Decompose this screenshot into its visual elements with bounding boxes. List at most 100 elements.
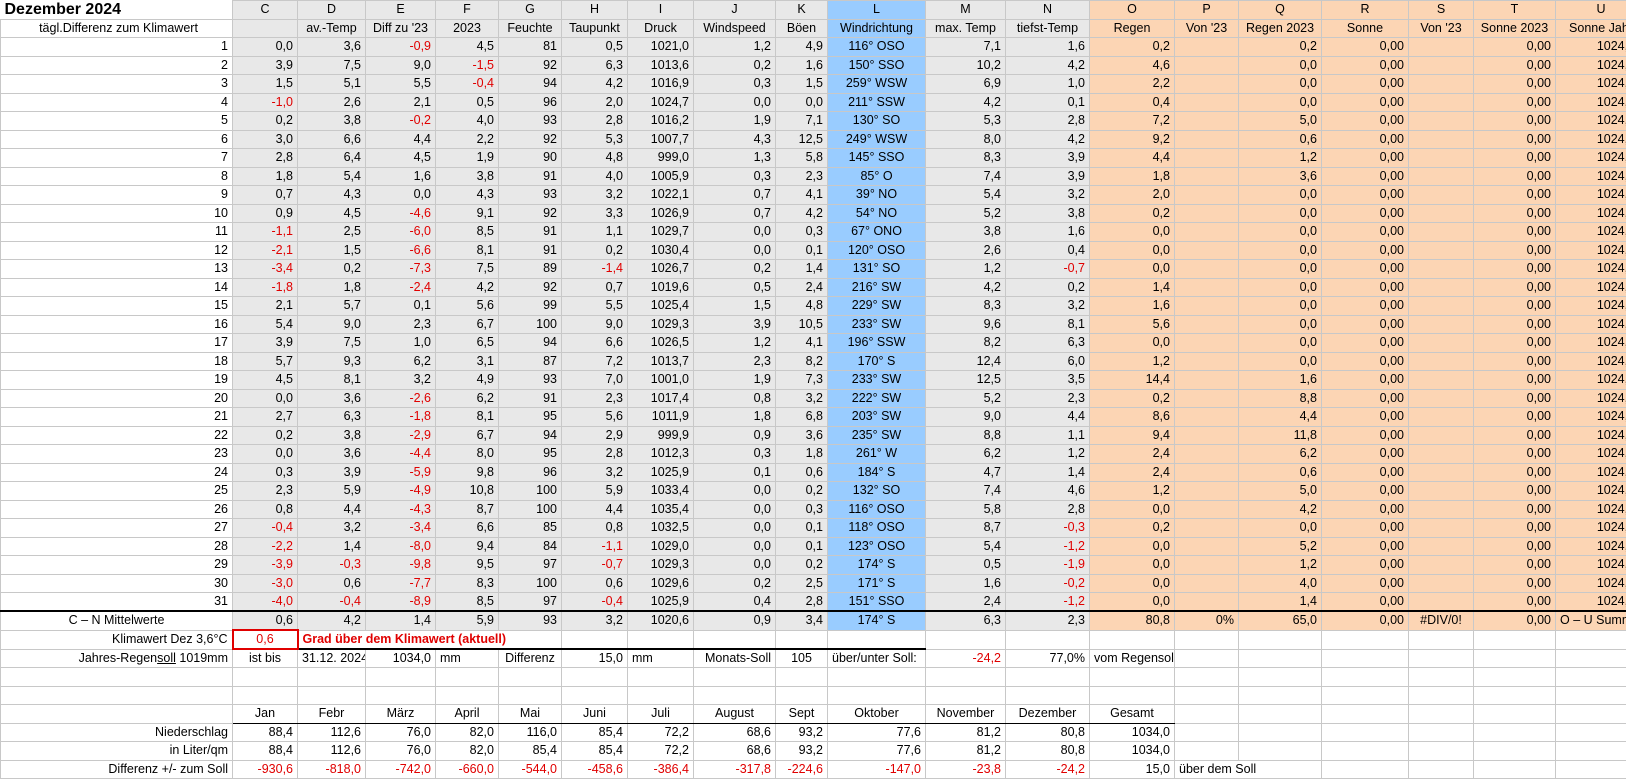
cell[interactable]: 0,00: [1322, 445, 1409, 464]
cell[interactable]: 92: [499, 56, 562, 75]
cell[interactable]: 1,8: [233, 167, 298, 186]
cell[interactable]: 1017,4: [628, 389, 694, 408]
cell[interactable]: 3,9: [694, 315, 776, 334]
cell[interactable]: 94: [499, 334, 562, 353]
column-header[interactable]: Diff zu '23: [366, 19, 436, 38]
cell[interactable]: 9,5: [436, 556, 499, 575]
jahres-value[interactable]: 1034,0: [366, 649, 436, 668]
cell[interactable]: 0,1: [776, 537, 828, 556]
empty-cell[interactable]: [1556, 742, 1626, 761]
cell[interactable]: -5,9: [366, 463, 436, 482]
cell[interactable]: [1175, 574, 1239, 593]
cell[interactable]: 4,2: [926, 278, 1006, 297]
cell[interactable]: 4,4: [298, 500, 366, 519]
cell[interactable]: -3,9: [233, 556, 298, 575]
column-letter[interactable]: D: [298, 1, 366, 20]
empty-cell[interactable]: [1, 705, 233, 724]
cell[interactable]: 9,0: [926, 408, 1006, 427]
cell[interactable]: 4,0: [1239, 574, 1322, 593]
cell[interactable]: 1024,51: [1556, 334, 1626, 353]
cell[interactable]: 5,4: [298, 167, 366, 186]
empty-cell[interactable]: [1006, 630, 1090, 649]
cell[interactable]: -0,7: [1006, 260, 1090, 279]
cell[interactable]: 171° S: [828, 574, 926, 593]
cell[interactable]: 0,00: [1322, 500, 1409, 519]
cell[interactable]: 0,2: [694, 56, 776, 75]
cell[interactable]: 0,00: [1474, 297, 1556, 316]
empty-cell[interactable]: [1175, 668, 1239, 687]
cell[interactable]: 3,2: [776, 389, 828, 408]
empty-cell[interactable]: [1322, 649, 1409, 668]
day-number[interactable]: 12: [1, 241, 233, 260]
cell[interactable]: 3,2: [1006, 186, 1090, 205]
value-cell[interactable]: -660,0: [436, 760, 499, 779]
cell[interactable]: -6,0: [366, 223, 436, 242]
cell[interactable]: 0,8: [233, 500, 298, 519]
column-header[interactable]: 2023: [436, 19, 499, 38]
month-header[interactable]: Febr: [298, 705, 366, 724]
empty-cell[interactable]: [562, 630, 628, 649]
month-header[interactable]: August: [694, 705, 776, 724]
cell[interactable]: 3,0: [233, 130, 298, 149]
column-header[interactable]: [233, 19, 298, 38]
cell[interactable]: 10,2: [926, 56, 1006, 75]
cell[interactable]: 1029,7: [628, 223, 694, 242]
cell[interactable]: [1409, 297, 1474, 316]
value-cell[interactable]: -930,6: [233, 760, 298, 779]
cell[interactable]: 1,0: [366, 334, 436, 353]
cell[interactable]: 4,4: [562, 500, 628, 519]
empty-cell[interactable]: [298, 668, 366, 687]
cell[interactable]: 1024,51: [1556, 426, 1626, 445]
cell[interactable]: 1024,51: [1556, 537, 1626, 556]
cell[interactable]: 1,6: [776, 56, 828, 75]
cell[interactable]: 2,6: [298, 93, 366, 112]
cell[interactable]: 0,0: [1090, 223, 1175, 242]
cell[interactable]: [1409, 56, 1474, 75]
column-header[interactable]: max. Temp: [926, 19, 1006, 38]
cell[interactable]: 0,0: [694, 556, 776, 575]
cell[interactable]: 1024,51: [1556, 241, 1626, 260]
means-cell[interactable]: 0%: [1175, 611, 1239, 630]
cell[interactable]: 0,0: [366, 186, 436, 205]
cell[interactable]: [1409, 112, 1474, 131]
cell[interactable]: [1175, 389, 1239, 408]
cell[interactable]: [1409, 574, 1474, 593]
cell[interactable]: 0,3: [694, 445, 776, 464]
cell[interactable]: 1,2: [694, 334, 776, 353]
cell[interactable]: [1175, 445, 1239, 464]
cell[interactable]: -0,4: [233, 519, 298, 538]
cell[interactable]: 4,5: [436, 38, 499, 57]
cell[interactable]: 0,7: [562, 278, 628, 297]
empty-cell[interactable]: [694, 668, 776, 687]
cell[interactable]: 1,1: [562, 223, 628, 242]
cell[interactable]: 2,3: [233, 482, 298, 501]
value-cell[interactable]: -386,4: [628, 760, 694, 779]
day-number[interactable]: 19: [1, 371, 233, 390]
cell[interactable]: [1409, 241, 1474, 260]
column-letter[interactable]: L: [828, 1, 926, 20]
cell[interactable]: 3,9: [233, 334, 298, 353]
empty-cell[interactable]: [1239, 742, 1322, 761]
cell[interactable]: 8,8: [1239, 389, 1322, 408]
cell[interactable]: -1,4: [562, 260, 628, 279]
cell[interactable]: 999,9: [628, 426, 694, 445]
value-cell[interactable]: 93,2: [776, 742, 828, 761]
cell[interactable]: 9,6: [926, 315, 1006, 334]
day-number[interactable]: 4: [1, 93, 233, 112]
cell[interactable]: -4,3: [366, 500, 436, 519]
cell[interactable]: [1175, 500, 1239, 519]
cell[interactable]: 0,00: [1322, 556, 1409, 575]
cell[interactable]: 1024,51: [1556, 204, 1626, 223]
cell[interactable]: 8,2: [776, 352, 828, 371]
cell[interactable]: 0,00: [1322, 204, 1409, 223]
cell[interactable]: 0,0: [1090, 593, 1175, 612]
cell[interactable]: 5,2: [1239, 537, 1322, 556]
column-header[interactable]: tiefst-Temp: [1006, 19, 1090, 38]
means-cell[interactable]: 0,9: [694, 611, 776, 630]
empty-cell[interactable]: [499, 668, 562, 687]
value-cell[interactable]: 81,2: [926, 723, 1006, 742]
cell[interactable]: 235° SW: [828, 426, 926, 445]
cell[interactable]: 0,6: [562, 574, 628, 593]
cell[interactable]: 1,1: [1006, 426, 1090, 445]
cell[interactable]: 0,00: [1474, 149, 1556, 168]
